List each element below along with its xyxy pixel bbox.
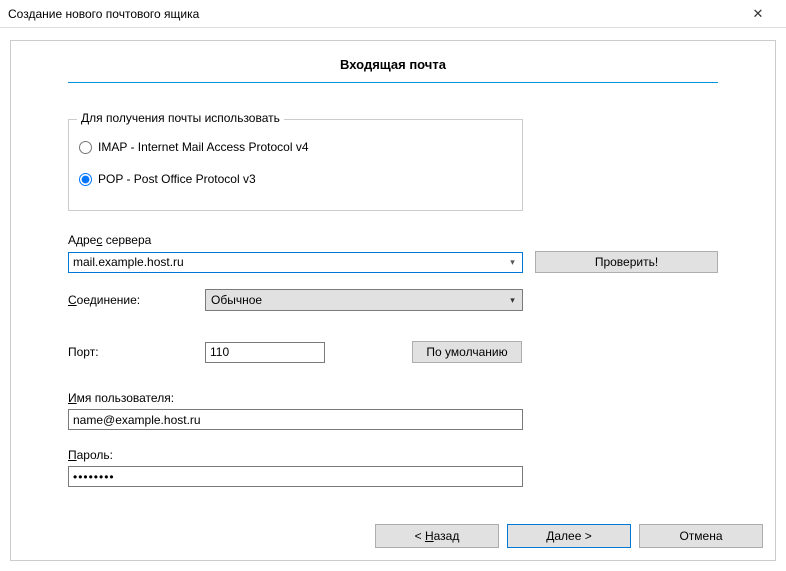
section-underline bbox=[68, 82, 718, 83]
server-address-combo[interactable]: ▾ bbox=[68, 252, 523, 273]
radio-imap-label[interactable]: IMAP - Internet Mail Access Protocol v4 bbox=[98, 140, 309, 154]
window-titlebar: Создание нового почтового ящика ✕ bbox=[0, 0, 786, 28]
connection-label: Соединение: bbox=[68, 293, 205, 307]
close-icon: ✕ bbox=[753, 6, 764, 22]
radio-imap[interactable] bbox=[79, 141, 92, 154]
back-button[interactable]: < Назад bbox=[375, 524, 499, 548]
username-label: Имя пользователя: bbox=[68, 391, 718, 405]
button-row: < Назад Далее > Отмена bbox=[375, 524, 763, 548]
connection-select[interactable]: Обычное ▾ bbox=[205, 289, 523, 311]
server-label: Адрес сервера bbox=[68, 233, 718, 247]
password-label: Пароль: bbox=[68, 448, 718, 462]
port-input[interactable] bbox=[205, 342, 325, 363]
port-default-button[interactable]: По умолчанию bbox=[412, 341, 522, 363]
check-button[interactable]: Проверить! bbox=[535, 251, 718, 273]
close-button[interactable]: ✕ bbox=[738, 0, 778, 28]
protocol-legend: Для получения почты использовать bbox=[77, 111, 284, 125]
cancel-button[interactable]: Отмена bbox=[639, 524, 763, 548]
connection-value: Обычное bbox=[211, 293, 262, 307]
radio-imap-row[interactable]: IMAP - Internet Mail Access Protocol v4 bbox=[79, 140, 512, 154]
form-area: Для получения почты использовать IMAP - … bbox=[11, 91, 775, 497]
radio-pop[interactable] bbox=[79, 173, 92, 186]
next-button[interactable]: Далее > bbox=[507, 524, 631, 548]
server-address-input[interactable] bbox=[69, 253, 504, 272]
port-label: Порт: bbox=[68, 345, 205, 359]
username-input[interactable] bbox=[68, 409, 523, 430]
section-title: Входящая почта bbox=[68, 57, 718, 80]
dialog-frame: Входящая почта Для получения почты испол… bbox=[10, 40, 776, 561]
radio-pop-row[interactable]: POP - Post Office Protocol v3 bbox=[79, 172, 512, 186]
chevron-down-icon[interactable]: ▾ bbox=[505, 292, 520, 308]
section-header: Входящая почта bbox=[11, 41, 775, 91]
radio-pop-label[interactable]: POP - Post Office Protocol v3 bbox=[98, 172, 256, 186]
chevron-down-icon[interactable]: ▾ bbox=[505, 255, 520, 270]
window-title: Создание нового почтового ящика bbox=[8, 7, 199, 21]
password-input[interactable] bbox=[68, 466, 523, 487]
protocol-fieldset: Для получения почты использовать IMAP - … bbox=[68, 119, 523, 211]
